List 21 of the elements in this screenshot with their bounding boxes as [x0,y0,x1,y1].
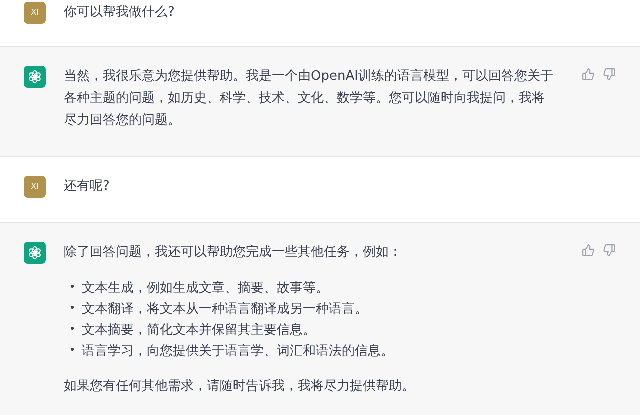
message-text: 你可以帮我做什么? [64,4,176,22]
bullet-icon [71,327,74,330]
message-text: 如果您有任何其他需求，请随时告诉我，我将尽力提供帮助。 [64,378,416,396]
thumbs-down-icon[interactable] [603,244,616,257]
user-avatar: XI [24,176,46,198]
message-text: 除了回答问题，我还可以帮助您完成一些其他任务，例如： [64,244,403,262]
message-text: 当然，我很乐意为您提供帮助。我是一个由OpenAI训练的语言模型，可以回答您关于各种主题的问题，如历史、科学、技术、文化、数学等。您可以随时向我提问，我将尽力回答您的问题。 [64,68,554,130]
bullet-icon [71,285,74,288]
user-avatar: XI [24,2,46,24]
message-text: 还有呢? [64,178,111,196]
list-item-text: 文本摘要，简化文本并保留其主要信息。 [82,322,316,340]
list-item-text: 文本翻译，将文本从一种语言翻译成另一种语言。 [82,301,368,319]
thumbs-up-icon[interactable] [582,244,595,257]
bullet-icon [71,306,74,309]
thumbs-up-icon[interactable] [582,68,595,81]
thumbs-down-icon[interactable] [603,68,616,81]
assistant-avatar-icon [24,242,46,264]
list-item-text: 文本生成，例如生成文章、摘要、故事等。 [82,280,329,298]
list-item-text: 语言学习，向您提供关于语言学、词汇和语法的信息。 [82,343,394,361]
bullet-icon [71,348,74,351]
assistant-avatar-icon [24,66,46,88]
